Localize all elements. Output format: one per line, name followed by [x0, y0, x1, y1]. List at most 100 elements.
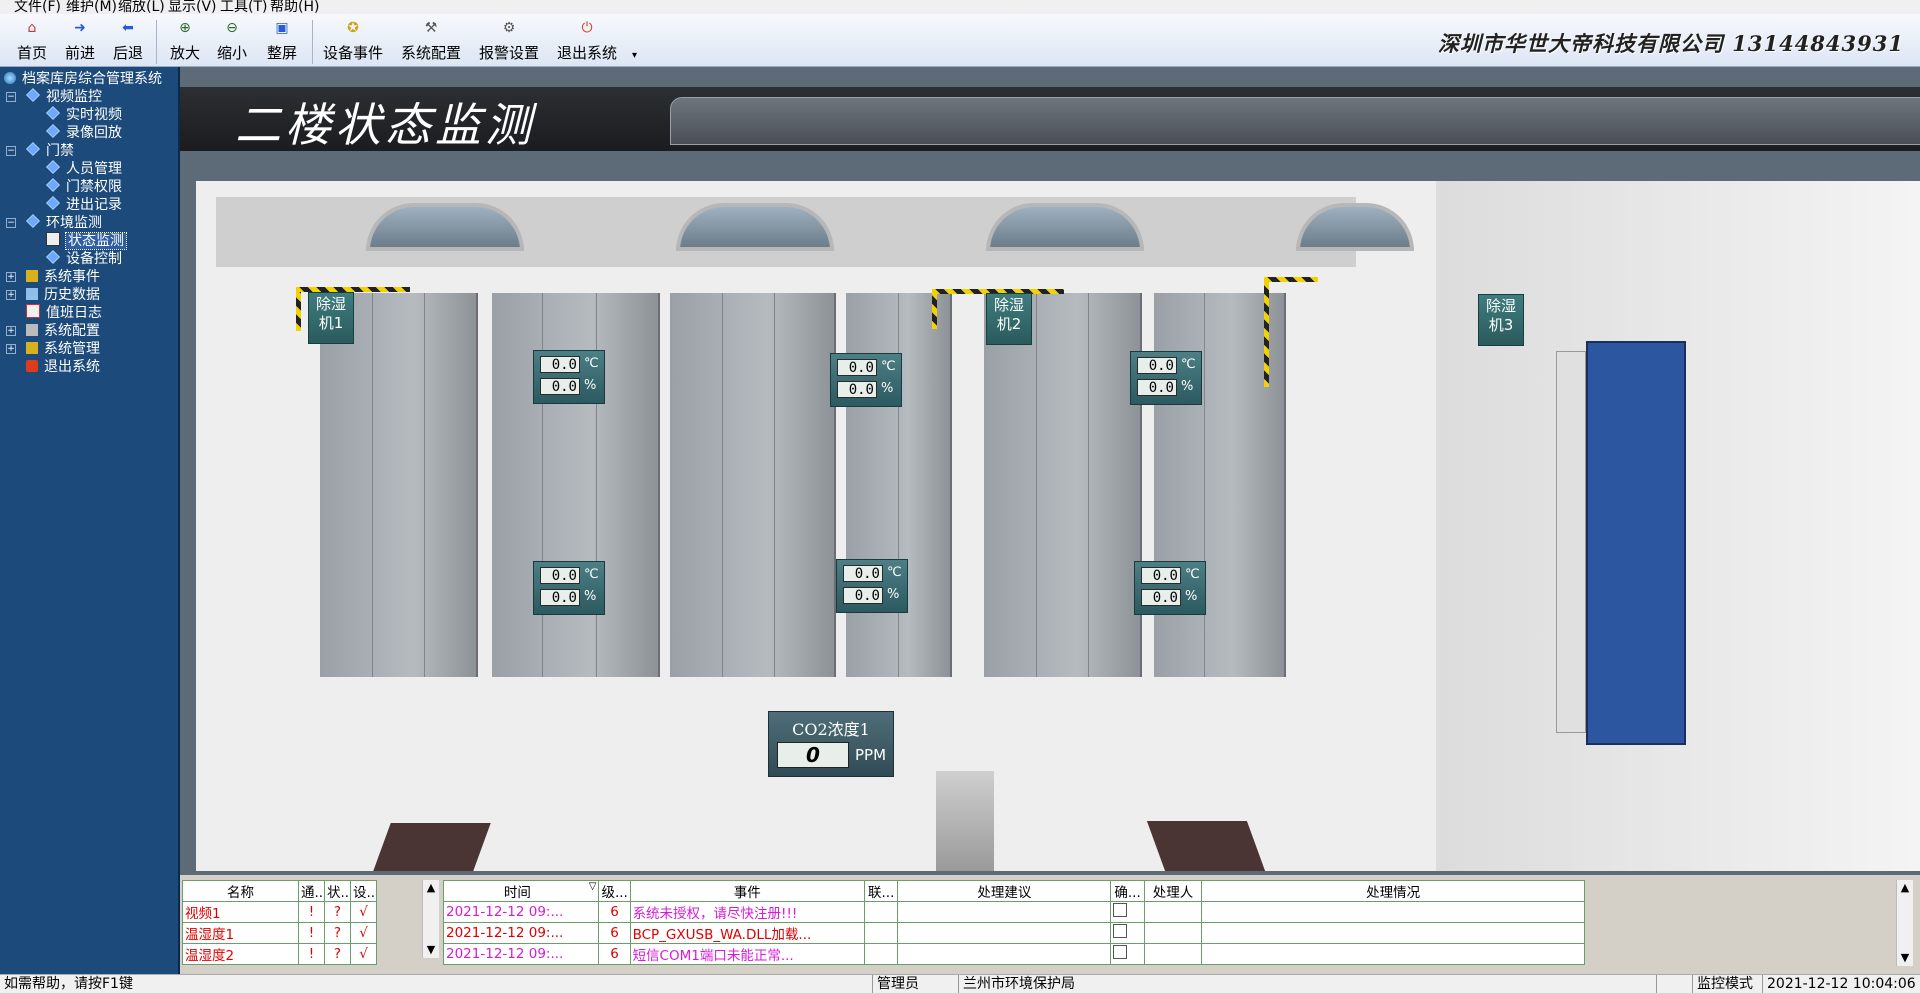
scroll-up-icon[interactable]: ▲	[423, 880, 439, 896]
tree-item-device-control[interactable]: 设备控制	[46, 249, 122, 269]
skylight	[366, 203, 524, 251]
table-row[interactable]: 温湿度2 ! ? √	[182, 943, 377, 965]
expand-icon[interactable]: +	[6, 326, 16, 336]
zoom-out-button[interactable]: ⊖ 缩小	[212, 18, 252, 64]
col-level[interactable]: 级...	[598, 880, 631, 902]
col-comm[interactable]: 通...	[298, 880, 325, 902]
tree-item-access-records[interactable]: 进出记录	[46, 195, 122, 215]
tree-item-system-events[interactable]: + 系统事件	[6, 267, 100, 287]
sort-icon[interactable]: ▽	[589, 882, 597, 893]
tree-item-history-data[interactable]: + 历史数据	[6, 285, 100, 305]
menu-zoom[interactable]: 缩放(L)	[118, 0, 165, 14]
page-title: 二楼状态监测	[235, 98, 535, 152]
toolbar-overflow-icon[interactable]: ▾	[632, 50, 637, 61]
tree-item-video-monitoring[interactable]: − 视频监控	[6, 87, 102, 107]
collapse-icon[interactable]: −	[6, 92, 16, 102]
tree-item-environment[interactable]: − 环境监测	[6, 213, 102, 233]
col-status[interactable]: 状...	[324, 880, 351, 902]
scroll-down-icon[interactable]: ▼	[423, 942, 439, 958]
col-handling[interactable]: 处理情况	[1201, 880, 1585, 902]
col-time[interactable]: 时间 ▽	[442, 880, 600, 902]
menu-file[interactable]: 文件(F)	[14, 0, 61, 14]
expand-icon[interactable]: +	[6, 272, 16, 282]
expand-icon[interactable]: +	[6, 290, 16, 300]
tree-item-access-control[interactable]: − 门禁	[6, 141, 74, 161]
back-button[interactable]: ⬅ 后退	[108, 18, 148, 64]
event-time: 2021-12-12 09:...	[442, 901, 600, 923]
temp-humidity-sensor-2[interactable]: 0.0 ℃ 0.0%	[830, 353, 902, 407]
confirm-checkbox[interactable]	[1110, 901, 1145, 923]
tree-item-exit[interactable]: 退出系统	[26, 357, 100, 377]
temp-humidity-sensor-4[interactable]: 0.0 ℃ 0.0%	[533, 561, 605, 615]
table-row[interactable]: 视频1 ! ? √	[182, 901, 377, 923]
dehumidifier-1[interactable]: 除湿机1	[308, 292, 354, 344]
co2-sensor[interactable]: CO2浓度1 0 PPM	[768, 711, 894, 777]
table-row[interactable]: 2021-12-12 09:... 6 系统未授权，请尽快注册!!!	[442, 901, 1585, 923]
confirm-checkbox[interactable]	[1110, 943, 1145, 965]
device-events-button[interactable]: ✪ 设备事件	[320, 18, 386, 64]
col-setting[interactable]: 设...	[350, 880, 377, 902]
datetime: 2021-12-12 10:04:06	[1762, 975, 1917, 993]
col-confirm[interactable]: 确...	[1110, 880, 1145, 902]
checkbox-icon[interactable]	[1113, 945, 1128, 959]
device-grid-scrollbar[interactable]: ▲ ▼	[422, 880, 439, 958]
expand-icon[interactable]: +	[6, 344, 16, 354]
hazard-strip	[1264, 279, 1269, 387]
col-event[interactable]: 事件	[629, 880, 865, 902]
node-icon	[46, 196, 60, 210]
menu-maintain[interactable]: 维护(M)	[66, 0, 117, 14]
scroll-up-icon[interactable]: ▲	[1897, 880, 1913, 896]
menu-view[interactable]: 显示(V)	[168, 0, 217, 14]
mode-indicator: 监控模式	[1692, 975, 1763, 993]
temperature-value: 0.0	[837, 359, 877, 376]
exit-system-button[interactable]: ⏻ 退出系统	[554, 18, 620, 64]
confirm-checkbox[interactable]	[1110, 922, 1145, 944]
collapse-icon[interactable]: −	[6, 146, 16, 156]
col-suggestion[interactable]: 处理建议	[897, 880, 1112, 902]
table-row[interactable]: 2021-12-12 09:... 6 短信COM1端口未能正常...	[442, 943, 1585, 965]
checkbox-icon[interactable]	[1113, 924, 1128, 938]
table-row[interactable]: 温湿度1 ! ? √	[182, 922, 377, 944]
menu-bar: 文件(F) 维护(M) 缩放(L) 显示(V) 工具(T) 帮助(H)	[0, 0, 1920, 14]
temp-humidity-sensor-1[interactable]: 0.0 ℃ 0.0%	[533, 350, 605, 404]
tree-item-personnel[interactable]: 人员管理	[46, 159, 122, 179]
col-handler[interactable]: 处理人	[1143, 880, 1203, 902]
cabinet-group-5	[984, 293, 1142, 677]
col-name[interactable]: 名称	[182, 880, 299, 902]
temp-humidity-sensor-3[interactable]: 0.0 ℃ 0.0%	[1130, 351, 1202, 405]
tools-icon: ⚒	[424, 20, 438, 36]
help-hint: 如需帮助，请按F1键	[4, 976, 133, 992]
dehumidifier-3[interactable]: 除湿机3	[1478, 294, 1524, 346]
alarm-settings-button[interactable]: ⚙ 报警设置	[476, 18, 542, 64]
checkbox-icon[interactable]	[1113, 903, 1128, 917]
home-button[interactable]: ⌂ 首页	[12, 18, 52, 64]
tree-item-realtime-video[interactable]: 实时视频	[46, 105, 122, 125]
event-grid-scrollbar[interactable]: ▲ ▼	[1896, 880, 1913, 966]
tree-item-status-monitoring[interactable]: 状态监测	[46, 231, 127, 251]
temp-humidity-sensor-5[interactable]: 0.0 ℃ 0.0%	[836, 559, 908, 613]
tree-item-duty-log[interactable]: 值班日志	[26, 303, 102, 323]
tree-item-system-management[interactable]: + 系统管理	[6, 339, 100, 359]
events-icon	[26, 270, 38, 282]
tree-root[interactable]: 档案库房综合管理系统	[4, 69, 162, 89]
system-config-button[interactable]: ⚒ 系统配置	[398, 18, 464, 64]
tree-item-playback[interactable]: 录像回放	[46, 123, 122, 143]
fit-screen-button[interactable]: ▣ 整屏	[258, 18, 306, 64]
menu-help[interactable]: 帮助(H)	[270, 0, 319, 14]
col-link[interactable]: 联...	[863, 880, 899, 902]
forward-button[interactable]: ➜ 前进	[60, 18, 100, 64]
tree-item-system-config[interactable]: + 系统配置	[6, 321, 100, 341]
event-handler	[1143, 922, 1203, 944]
dehumidifier-2[interactable]: 除湿机2	[986, 293, 1032, 345]
menu-tools[interactable]: 工具(T)	[220, 0, 267, 14]
humidity-value: 0.0	[540, 589, 580, 606]
tree-item-access-rights[interactable]: 门禁权限	[46, 177, 122, 197]
scroll-down-icon[interactable]: ▼	[1897, 950, 1913, 966]
user-role: 管理员	[872, 975, 957, 993]
table-row[interactable]: 2021-12-12 09:... 6 BCP_GXUSB_WA.DLL加载..…	[442, 922, 1585, 944]
collapse-icon[interactable]: −	[6, 218, 16, 228]
log-icon	[26, 304, 40, 318]
temp-humidity-sensor-6[interactable]: 0.0 ℃ 0.0%	[1134, 561, 1206, 615]
blue-door	[1586, 341, 1686, 745]
zoom-in-button[interactable]: ⊕ 放大	[165, 18, 205, 64]
